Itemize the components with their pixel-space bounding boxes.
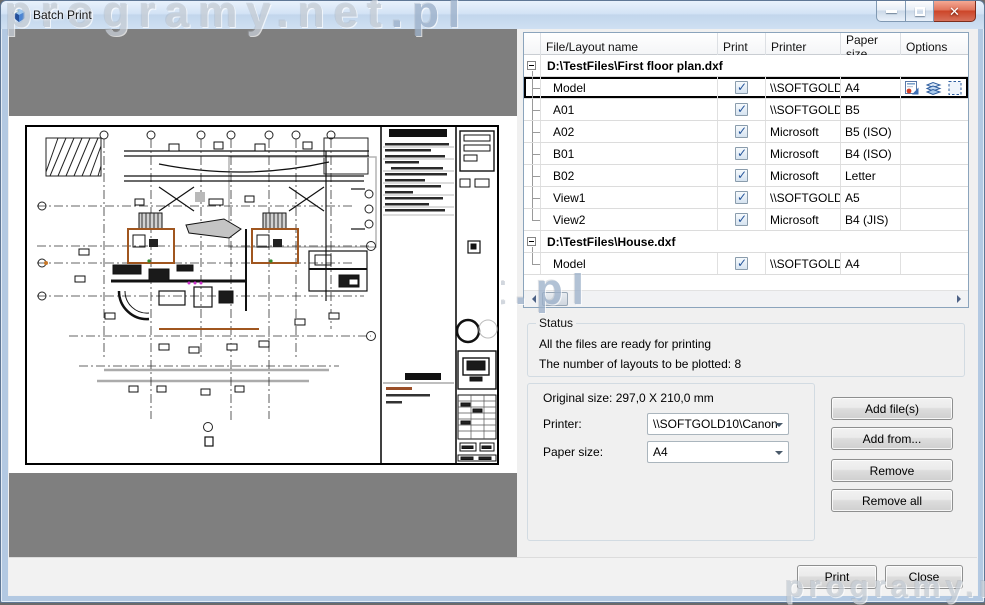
print-button[interactable]: Print xyxy=(797,565,877,589)
table-row[interactable]: View2 Microsoft B4 (JIS) xyxy=(524,209,968,231)
paper-cell[interactable]: B4 (ISO) xyxy=(841,143,901,164)
table-header: File/Layout name Print Printer Paper siz… xyxy=(524,33,968,55)
printer-cell[interactable]: \\SOFTGOLD xyxy=(766,253,841,274)
paper-cell[interactable]: A4 xyxy=(841,77,901,98)
bottom-bar: Print Close xyxy=(9,557,977,595)
printer-cell[interactable]: \\SOFTGOLD xyxy=(766,99,841,120)
layouts-table: File/Layout name Print Printer Paper siz… xyxy=(523,32,969,308)
maximize-button[interactable] xyxy=(906,1,934,22)
layout-name[interactable]: Model xyxy=(541,253,718,274)
layout-name[interactable]: View1 xyxy=(541,187,718,208)
print-checkbox[interactable] xyxy=(735,213,748,226)
printer-cell[interactable]: Microsoft xyxy=(766,209,841,230)
window-title: Batch Print xyxy=(33,8,92,22)
paper-cell[interactable]: B4 (JIS) xyxy=(841,209,901,230)
paper-cell[interactable]: B5 xyxy=(841,99,901,120)
maximize-icon xyxy=(915,7,925,16)
close-dialog-button[interactable]: Close xyxy=(885,565,963,589)
h-scrollbar[interactable] xyxy=(524,290,968,307)
table-row[interactable]: View1 \\SOFTGOLD A5 xyxy=(524,187,968,209)
add-from-button[interactable]: Add from... xyxy=(831,427,953,450)
printer-label: Printer: xyxy=(543,417,582,431)
drawing-preview xyxy=(9,29,517,557)
group-file-name: D:\TestFiles\House.dxf xyxy=(541,231,968,252)
print-preview-icon[interactable] xyxy=(904,80,920,96)
title-bar: Batch Print ✕ xyxy=(1,1,984,29)
scroll-left-arrow-icon xyxy=(528,295,536,303)
layout-name[interactable]: View2 xyxy=(541,209,718,230)
printer-cell[interactable]: Microsoft xyxy=(766,143,841,164)
minimize-button[interactable] xyxy=(876,1,906,22)
printer-combobox[interactable]: \\SOFTGOLD10\Canon xyxy=(647,413,789,435)
paper-cell[interactable]: Letter xyxy=(841,165,901,186)
selection-frame-icon[interactable] xyxy=(947,80,963,96)
print-checkbox[interactable] xyxy=(735,191,748,204)
paper-size-combobox-value: A4 xyxy=(653,445,668,459)
collapse-icon[interactable] xyxy=(527,61,536,70)
print-checkbox[interactable] xyxy=(735,103,748,116)
layout-name[interactable]: B01 xyxy=(541,143,718,164)
remove-button[interactable]: Remove xyxy=(831,459,953,482)
layout-name[interactable]: Model xyxy=(541,77,718,98)
printer-cell[interactable]: Microsoft xyxy=(766,165,841,186)
paper-size-combobox[interactable]: A4 xyxy=(647,441,789,463)
options-cell xyxy=(901,77,968,98)
paper-cell[interactable]: B5 (ISO) xyxy=(841,121,901,142)
app-icon xyxy=(10,6,28,24)
scroll-right-arrow-icon xyxy=(957,295,965,303)
chevron-down-icon xyxy=(775,451,783,459)
scroll-thumb[interactable] xyxy=(542,292,568,306)
layers-icon[interactable] xyxy=(925,80,942,96)
paper-cell[interactable]: A5 xyxy=(841,187,901,208)
table-row[interactable]: A01 \\SOFTGOLD B5 xyxy=(524,99,968,121)
group-row[interactable]: D:\TestFiles\House.dxf xyxy=(524,231,968,253)
status-line-1: All the files are ready for printing xyxy=(539,337,711,351)
preview-pane xyxy=(9,29,517,557)
table-row[interactable]: Model \\SOFTGOLD A4 xyxy=(524,77,968,99)
print-checkbox[interactable] xyxy=(735,147,748,160)
layout-name[interactable]: A01 xyxy=(541,99,718,120)
table-row[interactable]: A02 Microsoft B5 (ISO) xyxy=(524,121,968,143)
minimize-icon xyxy=(886,10,897,13)
layout-name[interactable]: A02 xyxy=(541,121,718,142)
print-checkbox[interactable] xyxy=(735,125,748,138)
layout-name[interactable]: B02 xyxy=(541,165,718,186)
printer-combobox-value: \\SOFTGOLD10\Canon xyxy=(653,417,778,431)
add-files-button[interactable]: Add file(s) xyxy=(831,397,953,420)
table-row[interactable]: B02 Microsoft Letter xyxy=(524,165,968,187)
close-icon: ✕ xyxy=(949,5,960,18)
status-line-2: The number of layouts to be plotted: 8 xyxy=(539,357,741,371)
printer-cell[interactable]: \\SOFTGOLD xyxy=(766,77,841,98)
printer-cell[interactable]: \\SOFTGOLD xyxy=(766,187,841,208)
paper-cell[interactable]: A4 xyxy=(841,253,901,274)
print-checkbox[interactable] xyxy=(735,81,748,94)
controls-pane: File/Layout name Print Printer Paper siz… xyxy=(517,29,978,557)
scroll-left-button[interactable] xyxy=(524,291,541,307)
status-title: Status xyxy=(536,316,576,330)
table-row[interactable]: B01 Microsoft B4 (ISO) xyxy=(524,143,968,165)
print-checkbox[interactable] xyxy=(735,169,748,182)
paper-size-label: Paper size: xyxy=(543,445,603,459)
table-row[interactable]: Model \\SOFTGOLD A4 xyxy=(524,253,968,275)
original-size-label: Original size: 297,0 X 210,0 mm xyxy=(543,391,714,405)
printer-cell[interactable]: Microsoft xyxy=(766,121,841,142)
group-row[interactable]: D:\TestFiles\First floor plan.dxf xyxy=(524,55,968,77)
scroll-right-button[interactable] xyxy=(951,291,968,307)
chevron-down-icon xyxy=(775,423,783,431)
client-area: File/Layout name Print Printer Paper siz… xyxy=(8,29,978,596)
batch-print-window: Batch Print ✕ xyxy=(0,0,985,603)
print-checkbox[interactable] xyxy=(735,257,748,270)
group-file-name: D:\TestFiles\First floor plan.dxf xyxy=(541,55,968,76)
close-button[interactable]: ✕ xyxy=(934,1,976,22)
collapse-icon[interactable] xyxy=(527,237,536,246)
remove-all-button[interactable]: Remove all xyxy=(831,489,953,512)
